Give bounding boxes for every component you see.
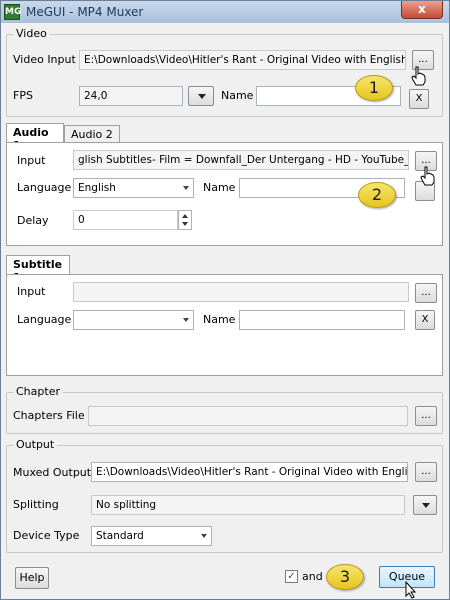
chevron-down-icon (183, 186, 189, 190)
audio-language-select[interactable]: English (73, 178, 194, 198)
callout-1: 1 (355, 75, 393, 101)
delay-label: Delay (17, 214, 49, 227)
subtitle-name-label: Name (203, 313, 236, 326)
chapters-browse-button[interactable]: ... (415, 406, 437, 426)
audio-language-label: Language (17, 181, 72, 194)
audio-language-value: English (78, 182, 116, 194)
subtitle-input-field[interactable] (73, 282, 409, 302)
video-legend: Video (13, 27, 50, 40)
megui-logo-icon: MG (4, 4, 21, 20)
subtitle-input-label: Input (17, 285, 46, 298)
subtitle-name-field[interactable] (239, 310, 405, 330)
fps-select[interactable]: 24,0 (79, 86, 183, 106)
splitting-dropdown-button[interactable] (413, 495, 437, 515)
audio-input-field[interactable]: glish Subtitles- Film = Downfall_Der Unt… (73, 150, 409, 170)
video-input-field[interactable]: E:\Downloads\Video\Hitler's Rant - Origi… (79, 50, 406, 70)
muxed-output-label: Muxed Output (13, 466, 92, 479)
arrow-cursor-icon (405, 581, 417, 599)
splitting-label: Splitting (13, 498, 59, 511)
subtitle-browse-button[interactable]: ... (415, 283, 437, 303)
spin-down-icon (182, 222, 188, 226)
chevron-down-icon (183, 318, 189, 322)
help-button[interactable]: Help (15, 567, 49, 589)
chevron-down-icon (198, 94, 206, 99)
subtitle-language-label: Language (17, 313, 72, 326)
close-window-button[interactable]: x (401, 1, 443, 19)
callout-3: 3 (326, 564, 364, 590)
fps-value: 24,0 (84, 90, 108, 102)
subtitle-clear-button[interactable]: X (415, 310, 435, 330)
device-type-label: Device Type (13, 529, 80, 542)
tab-audio-1[interactable]: Audio 1 (6, 123, 64, 152)
title-bar: MG MeGUI - MP4 Muxer x (1, 1, 449, 23)
chapter-legend: Chapter (13, 385, 63, 398)
output-legend: Output (13, 438, 58, 451)
and-close-checkbox[interactable]: ✓ (285, 570, 298, 583)
tab-subtitle-1[interactable]: Subtitle 1 (6, 255, 70, 284)
audio-input-label: Input (17, 154, 46, 167)
fps-dropdown-button[interactable] (188, 86, 214, 106)
muxer-window: MG MeGUI - MP4 Muxer x Video Video Input… (0, 0, 450, 600)
video-clear-button[interactable]: X (409, 89, 429, 109)
video-name-label: Name (221, 89, 254, 102)
delay-input[interactable]: 0 (73, 210, 178, 230)
chevron-down-icon (201, 534, 207, 538)
chapters-file-field[interactable] (88, 406, 408, 426)
callout-2: 2 (358, 182, 396, 208)
hand-cursor-icon (420, 166, 435, 186)
device-type-value: Standard (96, 530, 144, 542)
chevron-down-icon (422, 503, 430, 508)
muxed-output-browse-button[interactable]: ... (415, 462, 437, 482)
audio-name-label: Name (203, 181, 236, 194)
device-type-select[interactable]: Standard (91, 526, 212, 546)
delay-stepper[interactable] (178, 210, 192, 230)
hand-cursor-icon (411, 66, 426, 86)
spin-up-icon (182, 214, 188, 218)
subtitle-language-select[interactable] (73, 310, 194, 330)
splitting-field[interactable]: No splitting (91, 495, 405, 515)
tab-audio-2[interactable]: Audio 2 (64, 125, 120, 143)
window-title: MeGUI - MP4 Muxer (26, 5, 144, 19)
fps-label: FPS (13, 89, 33, 102)
muxed-output-field[interactable]: E:\Downloads\Video\Hitler's Rant - Origi… (91, 462, 408, 482)
chapters-file-label: Chapters File (13, 409, 85, 422)
video-input-label: Video Input (13, 53, 76, 66)
